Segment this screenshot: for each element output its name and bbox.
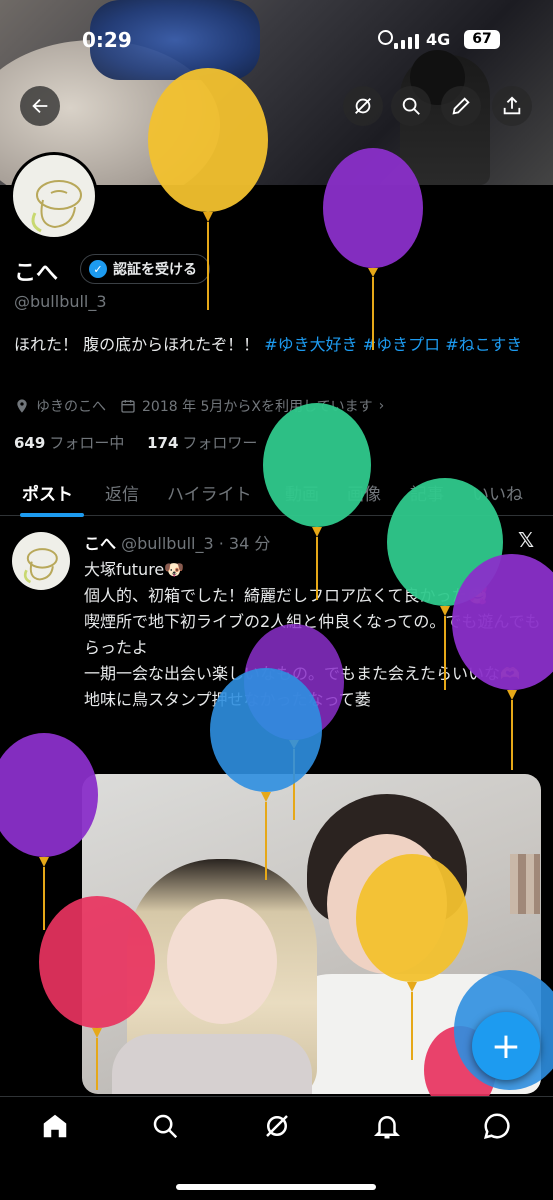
home-indicator[interactable] <box>176 1184 376 1190</box>
bell-icon[interactable] <box>372 1111 402 1141</box>
balloon-blue-middle <box>210 668 322 880</box>
balloon-animation <box>0 68 553 1100</box>
home-icon[interactable] <box>40 1111 70 1141</box>
balloon-pink-left <box>39 896 155 1090</box>
balloon-purple-right <box>452 554 553 770</box>
balloon-purple-top <box>323 148 423 350</box>
grok-icon[interactable] <box>262 1111 292 1141</box>
balloon-yellow-top <box>148 68 268 310</box>
search-icon[interactable] <box>150 1111 180 1141</box>
chat-bubble-icon[interactable] <box>482 1111 512 1141</box>
compose-post-button[interactable]: + <box>472 1012 540 1080</box>
plus-icon: + <box>490 1025 522 1067</box>
balloon-green-left <box>263 403 371 600</box>
